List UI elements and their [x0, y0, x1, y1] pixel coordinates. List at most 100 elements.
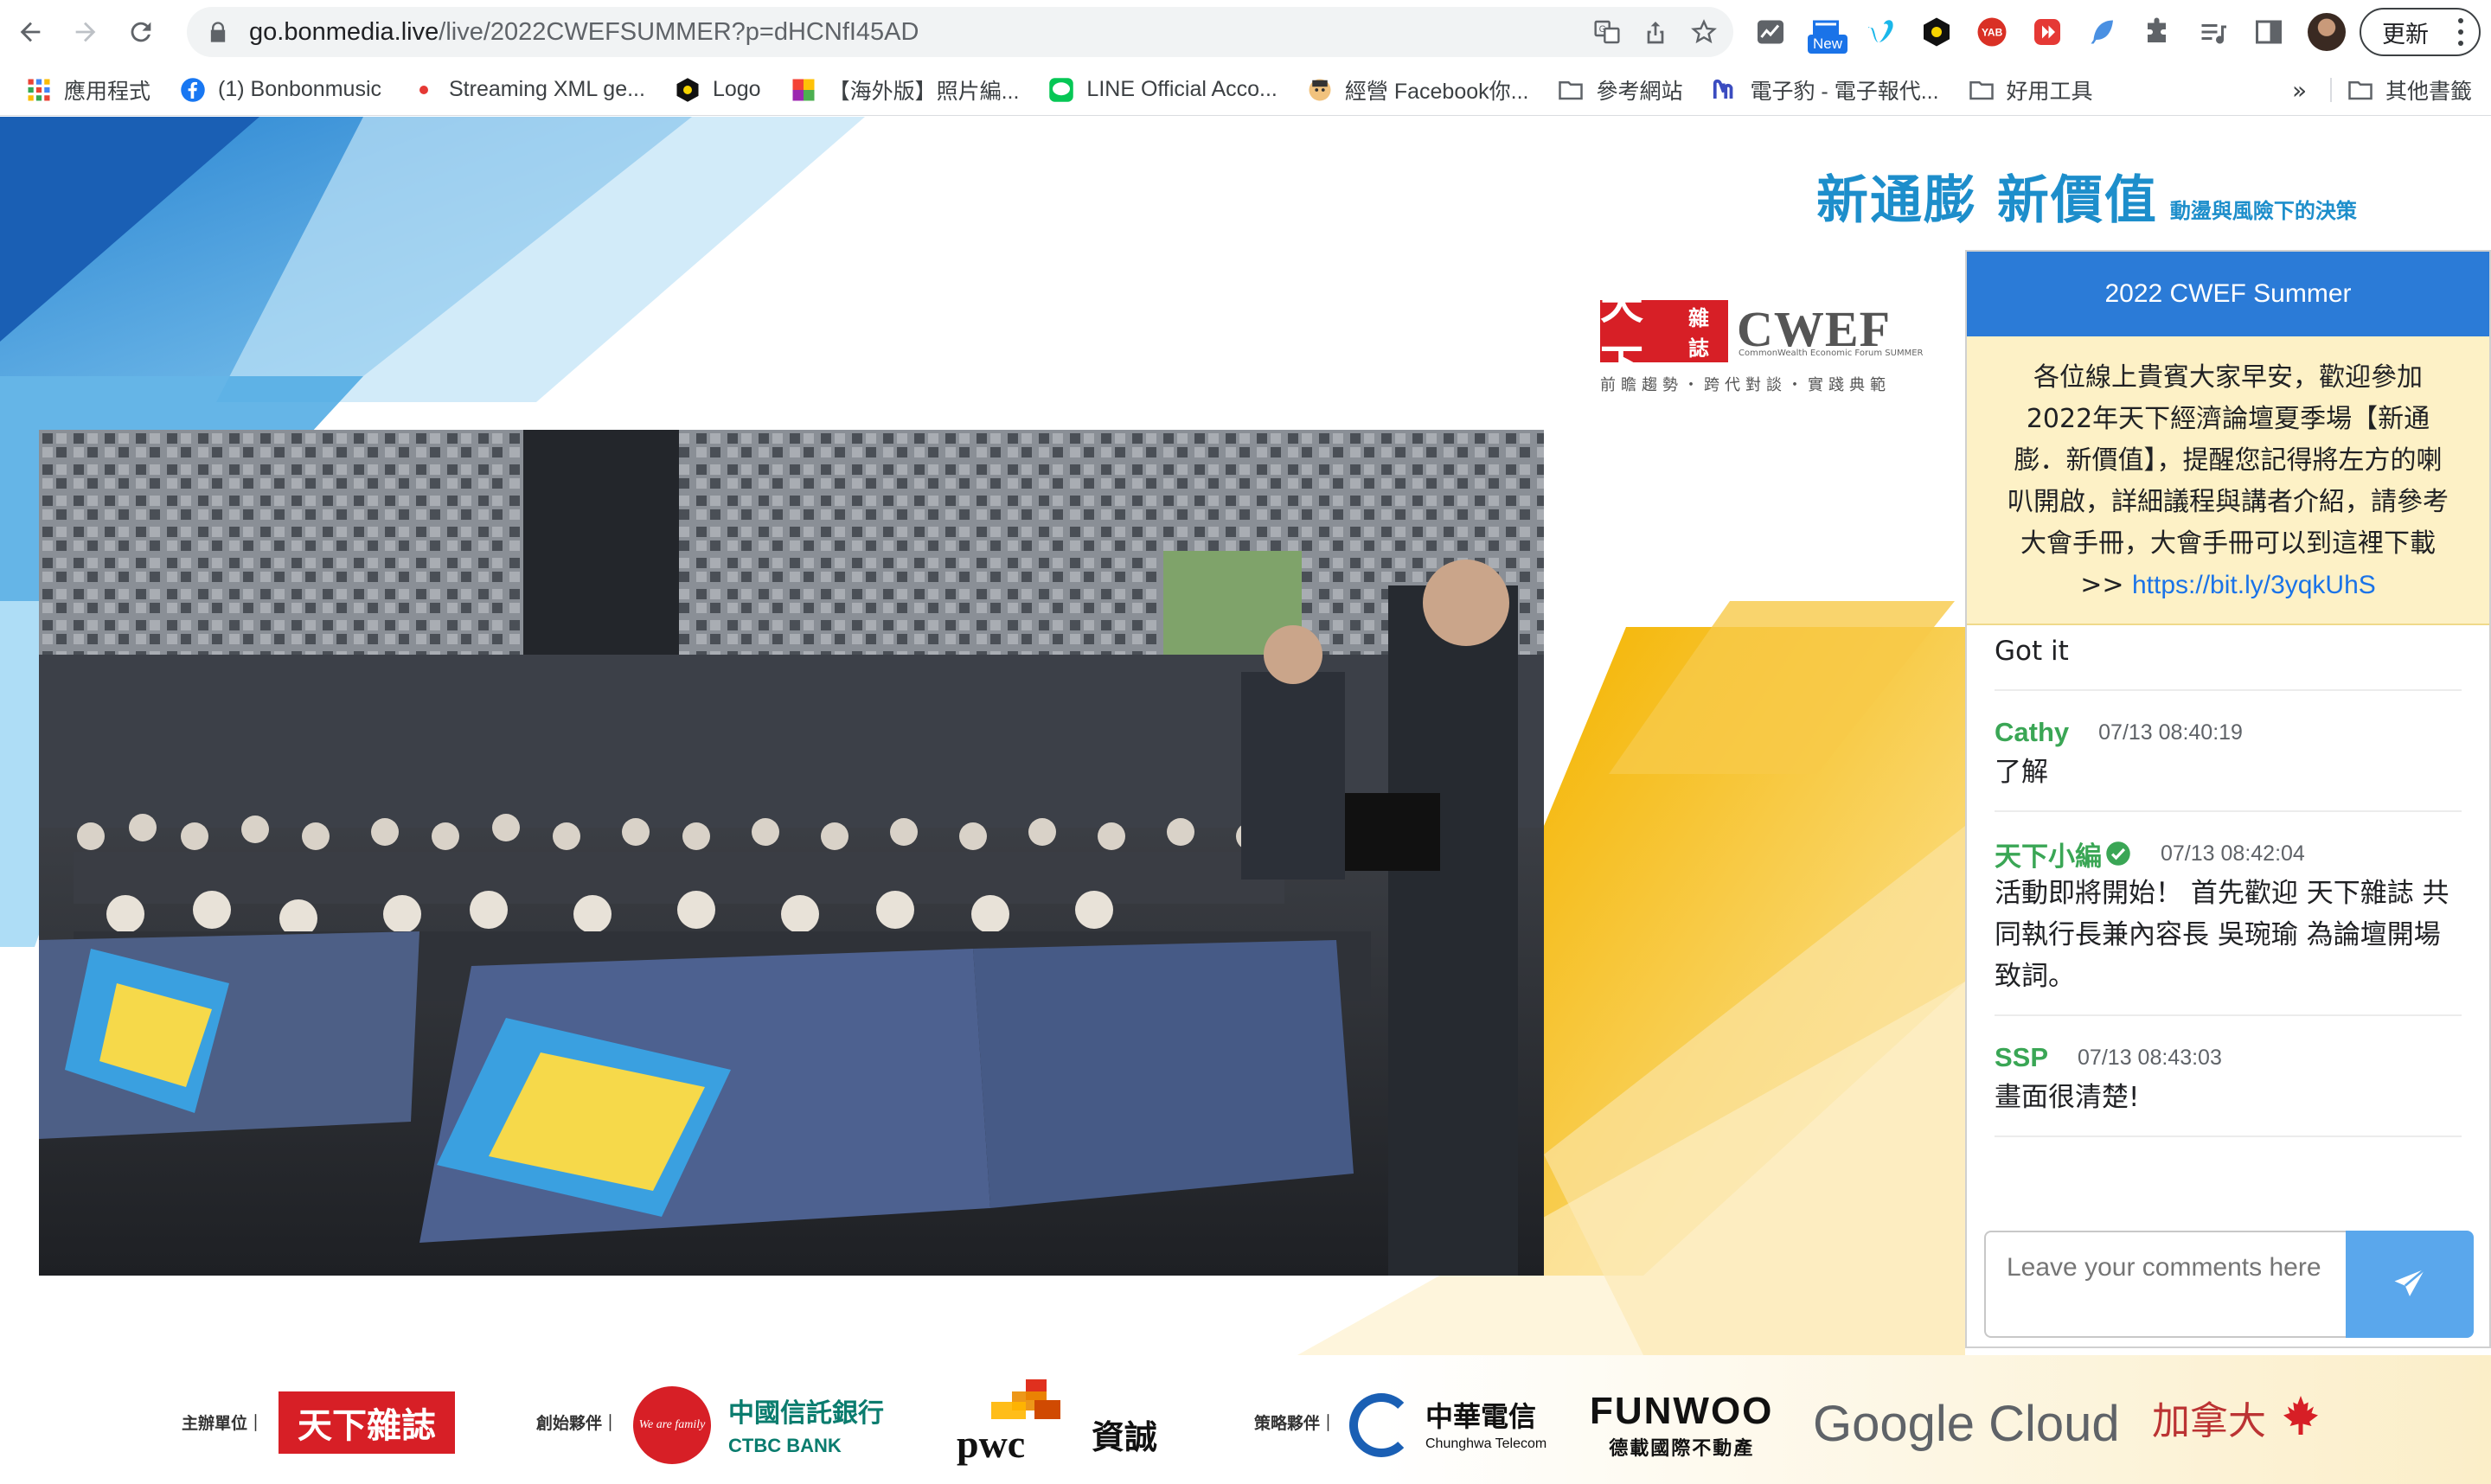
vimeo-icon — [1868, 20, 1893, 42]
funwoo-logo: FUNWOO 德載國際不動產 — [1590, 1390, 1774, 1460]
svg-text:G: G — [1599, 24, 1606, 35]
star-icon[interactable] — [1690, 18, 1718, 46]
chat-timestamp: 07/13 08:40:19 — [2098, 720, 2243, 745]
commonwealth-logo: 天下 雜誌 — [1600, 278, 1728, 391]
chat-message: Cathy 07/13 08:40:19 了解 — [1995, 691, 2462, 812]
svg-text:YAB: YAB — [1982, 27, 2003, 39]
color-palette-icon — [792, 79, 815, 100]
paper-plane-icon — [2394, 1268, 2426, 1296]
bookmark-logo[interactable]: Logo — [675, 71, 761, 109]
chat-message: 天下小編 07/13 08:42:04 活動即將開始！ 首先歡迎 天下雜誌 共同… — [1995, 812, 2462, 1016]
live-video-player[interactable] — [39, 430, 1544, 1276]
playlist-icon — [2201, 24, 2226, 44]
bookmark-photo-editor[interactable]: 【海外版】照片編... — [791, 71, 1019, 109]
play-icon — [2034, 19, 2060, 45]
sponsor-bar: 主辦單位｜ 天下雜誌 創始夥伴｜ We are family 中國信託銀行 CT… — [0, 1355, 2491, 1484]
bookmarks-divider — [2330, 78, 2332, 102]
chunghwa-telecom-logo — [1349, 1393, 1413, 1457]
video-frame — [39, 430, 1544, 1276]
pinned-announcement: 各位線上貴賓大家早安，歡迎參加2022年天下經濟論壇夏季場【新通膨．新價值】，提… — [1967, 336, 2489, 625]
maple-leaf-icon — [2283, 1396, 2318, 1435]
side-panel[interactable] — [2251, 14, 2287, 50]
arrow-right-icon — [75, 22, 96, 42]
chat-timestamp: 07/13 08:42:04 — [2161, 841, 2305, 866]
chat-username: 天下小編 — [1995, 841, 2102, 872]
extension-yab[interactable]: YAB — [1974, 14, 2010, 50]
translate-icon[interactable]: G — [1593, 18, 1621, 46]
chat-message: SSP 07/13 08:43:03 畫面很清楚! — [1995, 1016, 2462, 1137]
verified-check-icon — [2106, 841, 2130, 866]
line-icon — [1049, 77, 1074, 102]
chunghwa-telecom-name: 中華電信 Chunghwa Telecom — [1425, 1400, 1547, 1451]
apps-grid-icon — [28, 79, 50, 100]
bookmarks-overflow-button[interactable]: » — [2292, 76, 2307, 105]
browser-toolbar: go.bonmedia.live/live/2022CWEFSUMMER?p=d… — [0, 0, 2491, 64]
reload-button[interactable] — [116, 7, 166, 57]
bookmark-line-official[interactable]: LINE Official Acco... — [1048, 71, 1278, 109]
bookmark-reference-sites[interactable]: 參考網站 — [1558, 71, 1682, 109]
bookmarks-bar: 應用程式 (1) Bonbonmusic Streaming XML ge...… — [0, 64, 2491, 116]
comment-input[interactable] — [1984, 1231, 2346, 1338]
canada-office-logo: 加拿大 — [2152, 1399, 2266, 1443]
extension-analytics[interactable] — [1752, 14, 1789, 50]
strategic-partner-label: 策略夥伴｜ — [1254, 1414, 1337, 1433]
share-icon[interactable] — [1642, 18, 1669, 46]
event-headline: 新通膨 新價值 動盪與風險下的決策 — [1816, 170, 2357, 231]
feather-icon — [2091, 20, 2113, 44]
address-bar[interactable]: go.bonmedia.live/live/2022CWEFSUMMER?p=d… — [187, 7, 1733, 57]
pwc-chinese-name: 資誠 — [1092, 1418, 1158, 1456]
bookmark-streaming-xml[interactable]: Streaming XML ge... — [411, 71, 645, 109]
chat-messages: Got it Cathy 07/13 08:40:19 了解 天下小編 07/1… — [1967, 625, 2489, 1137]
other-bookmarks[interactable]: 其他書籤 — [2347, 64, 2472, 116]
side-panel-icon — [2256, 20, 2282, 44]
chat-username: Cathy — [1995, 717, 2070, 747]
founding-partner-label: 創始夥伴｜ — [536, 1414, 619, 1433]
ctbc-name: 中國信託銀行 CTBC BANK — [728, 1398, 884, 1456]
google-cloud-logo: Google Cloud — [1813, 1396, 2120, 1452]
chat-panel: 2022 CWEF Summer 各位線上貴賓大家早安，歡迎參加2022年天下經… — [1965, 250, 2491, 1348]
bookmark-facebook-business[interactable]: 經營 Facebook你... — [1307, 71, 1528, 109]
facebook-icon — [181, 77, 205, 102]
more-options-icon — [2458, 18, 2463, 46]
extension-hex[interactable] — [1918, 14, 1955, 50]
handbook-link[interactable]: https://bit.ly/3yqkUhS — [2132, 571, 2376, 599]
arrow-left-icon — [20, 22, 41, 42]
pwc-logo: pwc — [957, 1379, 1078, 1466]
url-text: go.bonmedia.live/live/2022CWEFSUMMER?p=d… — [249, 17, 919, 46]
profile-avatar[interactable] — [2308, 13, 2346, 51]
chat-username: SSP — [1995, 1042, 2049, 1072]
puzzle-icon — [2148, 17, 2166, 42]
chat-title: 2022 CWEF Summer — [1967, 252, 2489, 336]
chat-timestamp: 07/13 08:43:03 — [2078, 1045, 2222, 1070]
folder-icon — [2348, 81, 2373, 100]
bookmark-useful-tools[interactable]: 好用工具 — [1969, 71, 2093, 109]
extension-player[interactable] — [2029, 14, 2065, 50]
cwef-logo: 天下 雜誌 CWEF CommonWealth Economic Forum SU… — [1600, 278, 1924, 394]
red-dot-icon — [419, 85, 428, 94]
folder-icon — [1969, 80, 1994, 99]
face-icon — [1309, 79, 1331, 100]
ctbc-logo: We are family — [633, 1386, 711, 1464]
chart-line-icon — [1758, 20, 1783, 44]
extensions-menu[interactable] — [2140, 14, 2176, 50]
bookmark-apps[interactable]: 應用程式 — [26, 71, 150, 109]
page-content: 新通膨 新價值 動盪與風險下的決策 天下 雜誌 CWEF CommonWealth … — [0, 117, 2491, 1484]
update-button[interactable]: 更新 — [2360, 8, 2481, 56]
organizer-label: 主辦單位｜ — [182, 1414, 265, 1433]
extension-feather[interactable] — [2084, 14, 2121, 50]
bookmark-bonbonmusic[interactable]: (1) Bonbonmusic — [180, 71, 381, 109]
bookmark-newsleopard[interactable]: 電子豹 - 電子報代... — [1712, 71, 1939, 109]
extension-vimeo[interactable] — [1863, 14, 1899, 50]
newsleopard-icon — [1713, 79, 1733, 99]
back-button[interactable] — [5, 7, 55, 57]
reload-icon — [131, 22, 151, 42]
send-button[interactable] — [2346, 1231, 2474, 1338]
commonwealth-sponsor-logo: 天下雜誌 — [279, 1391, 455, 1454]
forward-button[interactable] — [61, 7, 111, 57]
lock-icon — [210, 22, 226, 42]
new-badge: New — [1808, 35, 1848, 54]
media-controls[interactable] — [2195, 14, 2232, 50]
chat-message: Got it — [1995, 625, 2462, 691]
hexagon-icon — [1924, 17, 1950, 47]
yab-icon: YAB — [1977, 17, 2007, 47]
